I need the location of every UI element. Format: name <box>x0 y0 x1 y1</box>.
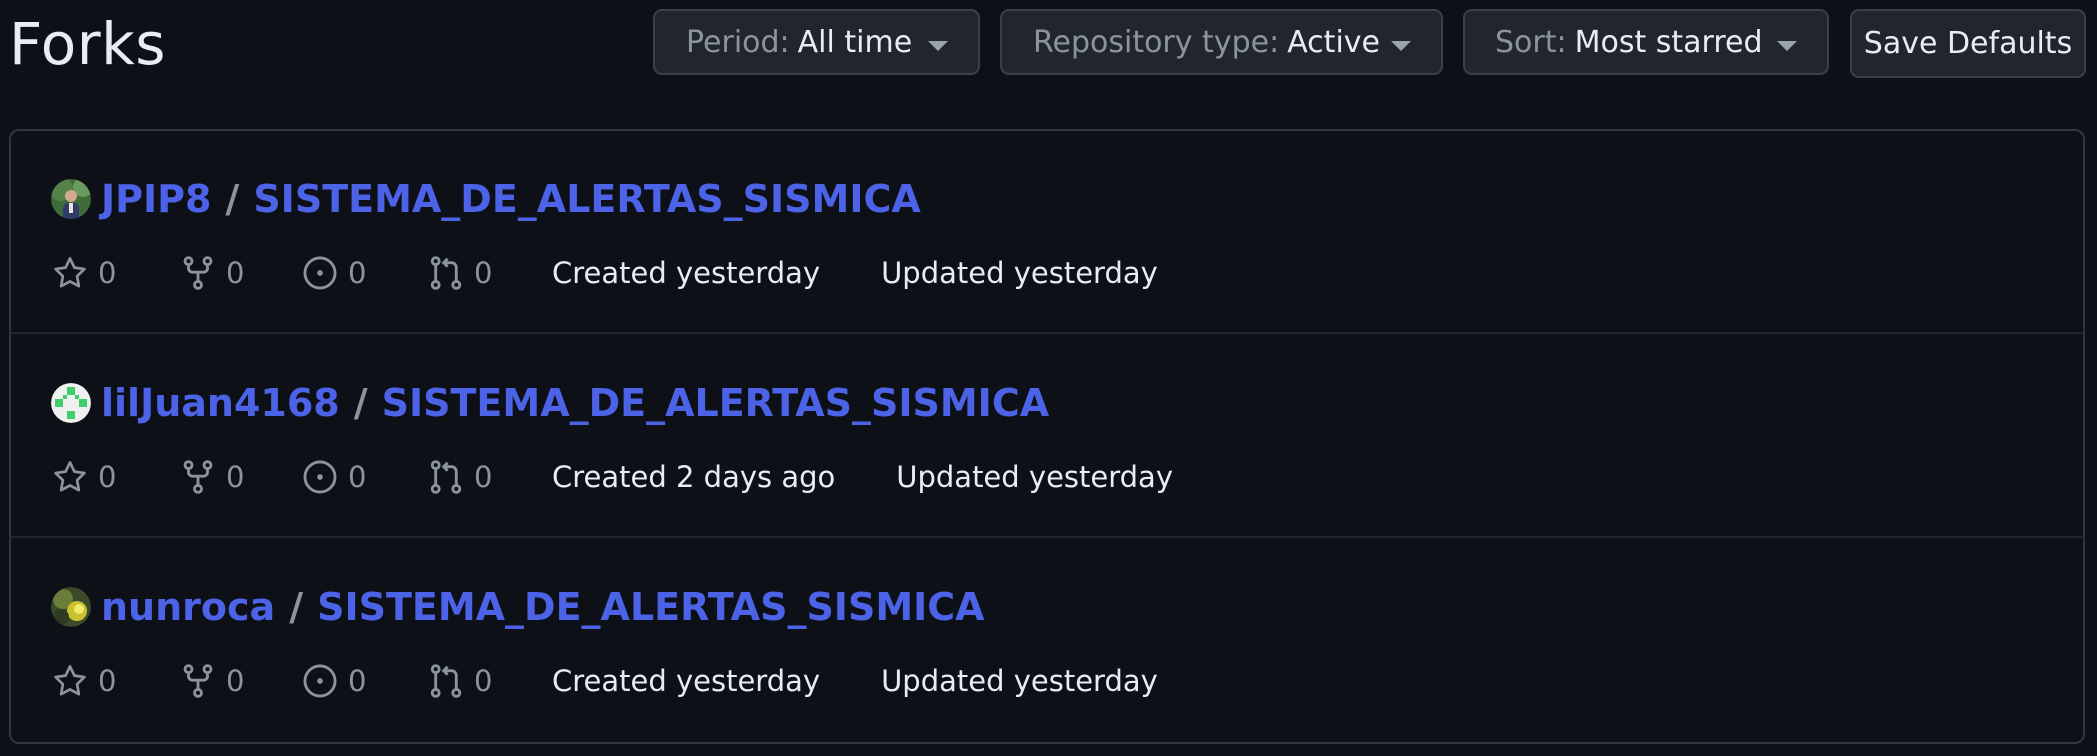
created-date: Created yesterday <box>552 664 821 698</box>
pull-requests-stat[interactable]: 0 <box>427 662 552 700</box>
stars-stat[interactable]: 0 <box>51 662 179 700</box>
fork-meta: 0 0 0 0 Created yesterday Updated yester… <box>51 659 1158 703</box>
caret-down-icon <box>928 41 948 51</box>
forks-stat[interactable]: 0 <box>179 662 301 700</box>
fork-owner-link[interactable]: JPIP8 <box>101 177 211 221</box>
caret-down-icon <box>1391 41 1411 51</box>
issue-opened-icon <box>303 256 337 290</box>
identicon-avatar[interactable] <box>51 383 91 423</box>
stars-count: 0 <box>98 460 117 494</box>
owner-repo-separator: / <box>353 381 368 425</box>
issues-count: 0 <box>348 664 367 698</box>
fork-repo-link[interactable]: SISTEMA_DE_ALERTAS_SISMICA <box>253 177 921 221</box>
stars-stat[interactable]: 0 <box>51 254 179 292</box>
issues-count: 0 <box>348 460 367 494</box>
owner-repo-separator: / <box>289 585 304 629</box>
pull-request-icon <box>430 460 462 494</box>
period-value: All time <box>797 24 913 60</box>
user-photo-avatar[interactable] <box>51 179 91 219</box>
issues-stat[interactable]: 0 <box>301 662 427 700</box>
fork-meta: 0 0 0 0 Created 2 days ago Updated yeste… <box>51 455 1173 499</box>
repository-type-dropdown[interactable]: Repository type: Active <box>1000 9 1443 75</box>
pull-request-icon <box>430 256 462 290</box>
updated-date: Updated yesterday <box>881 256 1158 290</box>
fork-owner-link[interactable]: lilJuan4168 <box>101 381 340 425</box>
save-defaults-button[interactable]: Save Defaults <box>1850 9 2086 78</box>
issue-opened-icon <box>303 664 337 698</box>
fork-title: JPIP8 / SISTEMA_DE_ALERTAS_SISMICA <box>51 174 921 224</box>
sort-label: Sort: <box>1495 24 1567 60</box>
created-date: Created 2 days ago <box>552 460 836 494</box>
pull-requests-count: 0 <box>474 256 493 290</box>
stars-stat[interactable]: 0 <box>51 458 179 496</box>
fork-icon <box>183 664 213 698</box>
fork-row: JPIP8 / SISTEMA_DE_ALERTAS_SISMICA 0 0 0 <box>11 131 2083 334</box>
updated-date: Updated yesterday <box>881 664 1158 698</box>
stars-count: 0 <box>98 664 117 698</box>
fork-icon <box>183 460 213 494</box>
fork-row: lilJuan4168 / SISTEMA_DE_ALERTAS_SISMICA… <box>11 335 2083 538</box>
fork-meta: 0 0 0 0 Created yesterday Updated yester… <box>51 251 1158 295</box>
fork-title: nunroca / SISTEMA_DE_ALERTAS_SISMICA <box>51 582 985 632</box>
forks-page: Forks Period: All time Repository type: … <box>0 0 2097 756</box>
fork-icon <box>183 256 213 290</box>
sort-value: Most starred <box>1574 24 1763 60</box>
period-label: Period: <box>686 24 790 60</box>
user-photo-avatar[interactable] <box>51 587 91 627</box>
caret-down-icon <box>1777 41 1797 51</box>
repository-type-value: Active <box>1287 24 1380 60</box>
forks-stat[interactable]: 0 <box>179 254 301 292</box>
created-date: Created yesterday <box>552 256 821 290</box>
star-icon <box>54 665 86 696</box>
pull-request-icon <box>430 664 462 698</box>
issues-stat[interactable]: 0 <box>301 254 427 292</box>
page-title: Forks <box>9 10 166 78</box>
pull-requests-stat[interactable]: 0 <box>427 458 552 496</box>
forks-count: 0 <box>226 664 245 698</box>
fork-row: nunroca / SISTEMA_DE_ALERTAS_SISMICA 0 0… <box>11 539 2083 742</box>
star-icon <box>54 257 86 288</box>
owner-repo-separator: / <box>225 177 240 221</box>
period-dropdown[interactable]: Period: All time <box>653 9 980 75</box>
issues-count: 0 <box>348 256 367 290</box>
fork-repo-link[interactable]: SISTEMA_DE_ALERTAS_SISMICA <box>382 381 1050 425</box>
fork-owner-link[interactable]: nunroca <box>101 585 275 629</box>
repository-type-label: Repository type: <box>1033 24 1280 60</box>
forks-count: 0 <box>226 256 245 290</box>
pull-requests-stat[interactable]: 0 <box>427 254 552 292</box>
stars-count: 0 <box>98 256 117 290</box>
star-icon <box>54 461 86 492</box>
forks-list: JPIP8 / SISTEMA_DE_ALERTAS_SISMICA 0 0 0 <box>9 129 2085 744</box>
forks-stat[interactable]: 0 <box>179 458 301 496</box>
pull-requests-count: 0 <box>474 664 493 698</box>
issues-stat[interactable]: 0 <box>301 458 427 496</box>
fork-title: lilJuan4168 / SISTEMA_DE_ALERTAS_SISMICA <box>51 378 1049 428</box>
updated-date: Updated yesterday <box>896 460 1173 494</box>
sort-dropdown[interactable]: Sort: Most starred <box>1463 9 1829 75</box>
forks-count: 0 <box>226 460 245 494</box>
issue-opened-icon <box>303 460 337 494</box>
pull-requests-count: 0 <box>474 460 493 494</box>
fork-repo-link[interactable]: SISTEMA_DE_ALERTAS_SISMICA <box>317 585 985 629</box>
